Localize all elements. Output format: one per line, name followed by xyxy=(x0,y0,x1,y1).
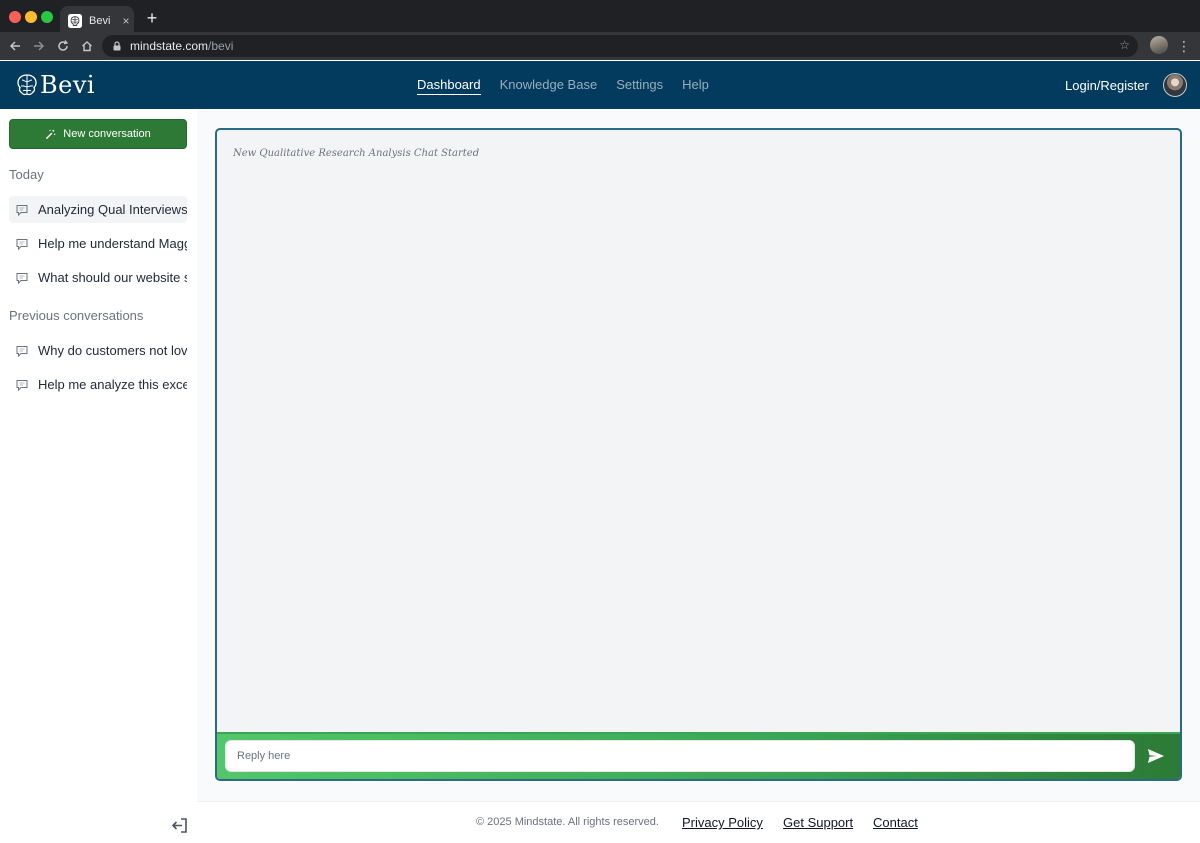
nav-settings[interactable]: Settings xyxy=(616,77,663,95)
sidebar: New conversation Today Analyzing Qual In… xyxy=(0,109,197,843)
nav-dashboard[interactable]: Dashboard xyxy=(417,77,481,95)
maximize-window-button[interactable] xyxy=(41,11,53,23)
logo-text: Bevi xyxy=(40,71,96,99)
new-conversation-label: New conversation xyxy=(63,128,151,140)
forward-icon[interactable] xyxy=(30,37,48,55)
reply-input[interactable] xyxy=(225,740,1135,772)
nav-help[interactable]: Help xyxy=(682,77,709,95)
contact-link[interactable]: Contact xyxy=(873,815,918,830)
lock-icon xyxy=(113,41,121,51)
reload-icon[interactable] xyxy=(54,37,72,55)
browser-profile-avatar[interactable] xyxy=(1150,36,1168,54)
chat-bubble-icon xyxy=(16,204,28,216)
close-window-button[interactable] xyxy=(9,11,21,23)
new-tab-button[interactable]: + xyxy=(144,8,160,28)
minimize-window-button[interactable] xyxy=(25,11,37,23)
conversation-label: Why do customers not love xyxy=(38,343,187,358)
brain-icon xyxy=(68,14,82,28)
url-host: mindstate.com xyxy=(130,39,209,53)
conversation-label: Help me understand Maggie xyxy=(38,236,187,251)
nav-knowledge-base[interactable]: Knowledge Base xyxy=(500,77,598,95)
section-label-today: Today xyxy=(9,167,44,182)
conversation-item[interactable]: What should our website say xyxy=(9,264,187,291)
logo[interactable]: Bevi xyxy=(14,71,95,99)
conversation-item[interactable]: Help me understand Maggie xyxy=(9,230,187,257)
conversation-item[interactable]: Analyzing Qual Interviews xyxy=(9,196,187,223)
conversation-item[interactable]: Why do customers not love xyxy=(9,337,187,364)
privacy-policy-link[interactable]: Privacy Policy xyxy=(682,815,763,830)
conversation-item[interactable]: Help me analyze this excel xyxy=(9,371,187,398)
reply-bar xyxy=(217,732,1180,779)
magic-wand-icon xyxy=(46,129,56,139)
conversation-label: What should our website say xyxy=(38,270,187,285)
logout-icon[interactable] xyxy=(170,816,189,835)
back-icon[interactable] xyxy=(6,37,24,55)
url-path: /bevi xyxy=(208,39,234,53)
main-nav: Dashboard Knowledge Base Settings Help xyxy=(417,77,709,95)
conversation-label: Help me analyze this excel xyxy=(38,377,187,392)
browser-toolbar: mindstate.com/bevi ☆ ⋮ xyxy=(0,32,1200,60)
home-icon[interactable] xyxy=(78,37,96,55)
avatar[interactable] xyxy=(1163,73,1187,97)
chat-bubble-icon xyxy=(16,345,28,357)
tab-title: Bevi xyxy=(89,15,111,27)
browser-tab-strip: Bevi × + xyxy=(0,0,1200,36)
tab-close-icon[interactable]: × xyxy=(118,14,134,28)
main-content: New Qualitative Research Analysis Chat S… xyxy=(197,109,1200,801)
chat-bubble-icon xyxy=(16,238,28,250)
chat-bubble-icon xyxy=(16,379,28,391)
copyright-text: © 2025 Mindstate. All rights reserved. xyxy=(476,816,659,828)
send-icon[interactable] xyxy=(1146,747,1166,765)
footer: © 2025 Mindstate. All rights reserved. P… xyxy=(197,801,1200,843)
browser-menu-icon[interactable]: ⋮ xyxy=(1177,37,1191,55)
section-label-previous: Previous conversations xyxy=(9,308,144,323)
get-support-link[interactable]: Get Support xyxy=(783,815,853,830)
app-header: Bevi Dashboard Knowledge Base Settings H… xyxy=(0,61,1200,109)
chat-panel: New Qualitative Research Analysis Chat S… xyxy=(215,128,1182,781)
address-bar[interactable]: mindstate.com/bevi ☆ xyxy=(102,35,1138,57)
conversation-label: Analyzing Qual Interviews xyxy=(38,202,187,217)
bookmark-star-icon[interactable]: ☆ xyxy=(1119,38,1130,52)
chat-status-message: New Qualitative Research Analysis Chat S… xyxy=(233,148,480,159)
new-conversation-button[interactable]: New conversation xyxy=(9,119,187,149)
login-register-link[interactable]: Login/Register xyxy=(1065,78,1149,93)
chat-bubble-icon xyxy=(16,272,28,284)
brain-icon xyxy=(17,74,37,96)
